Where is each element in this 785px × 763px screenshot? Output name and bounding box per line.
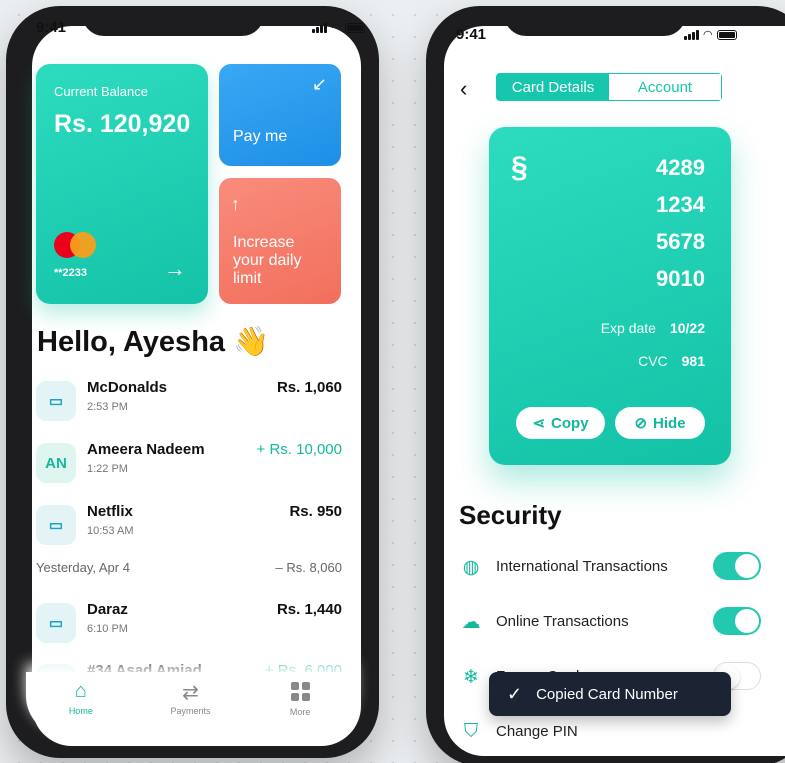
card-number-group: 4289 xyxy=(656,155,705,180)
contact-initials: AN xyxy=(36,443,76,483)
transaction-amount: + Rs. 10,000 xyxy=(256,441,342,458)
transfer-icon: ⇄ xyxy=(182,682,199,704)
snowflake-icon: ❄ xyxy=(463,667,479,688)
tab-payments[interactable]: ⇄ Payments xyxy=(145,672,235,736)
status-time: 9:41 xyxy=(456,26,487,43)
grid-icon xyxy=(290,682,310,701)
copy-button[interactable]: ⋖ Copy xyxy=(516,407,605,439)
tab-label: Payments xyxy=(170,706,211,716)
segmented-control: Card Details Account xyxy=(496,73,722,101)
battery-icon xyxy=(345,22,365,33)
transaction-row[interactable]: AN Ameera Nadeem 1:22 PM + Rs. 10,000 xyxy=(36,441,342,485)
balance-label: Current Balance xyxy=(54,84,148,99)
increase-limit-label: Increase your daily limit xyxy=(233,234,302,287)
transaction-amount: Rs. 950 xyxy=(289,503,342,520)
security-title: Security xyxy=(459,500,562,530)
security-item-change-pin[interactable]: ⛉ Change PIN xyxy=(459,717,761,747)
toast-notification: ✓ Copied Card Number xyxy=(489,672,731,716)
transaction-name: McDonalds xyxy=(87,379,168,396)
expiry-label: Exp date xyxy=(600,320,656,336)
transaction-amount: Rs. 1,060 xyxy=(276,379,342,396)
security-item-label: Online Transactions xyxy=(496,613,629,630)
greeting: Hello, Ayesha 👋 xyxy=(37,326,270,358)
hide-label: Hide xyxy=(653,414,686,432)
card-icon: ▭ xyxy=(36,603,76,643)
tab-home[interactable]: ⌂ Home xyxy=(36,672,126,736)
status-time: 9:41 xyxy=(36,19,67,36)
pay-me-card[interactable]: ↙ Pay me xyxy=(219,64,341,166)
shield-icon: ⛉ xyxy=(463,721,479,742)
share-icon: ⋖ xyxy=(532,415,546,432)
cvc-value: 981 xyxy=(681,353,705,369)
globe-icon: ◍ xyxy=(462,557,480,578)
signal-icon xyxy=(312,22,328,33)
expiry-value: 10/22 xyxy=(669,320,705,336)
security-item-label: Change PIN xyxy=(496,723,578,740)
status-icons: ◠ xyxy=(684,28,737,41)
status-icons: ◠ xyxy=(312,21,365,34)
notch xyxy=(504,6,686,36)
international-toggle[interactable] xyxy=(713,552,761,580)
day-label: Yesterday, Apr 4 xyxy=(36,560,130,575)
copy-label: Copy xyxy=(551,414,589,432)
brand-logo: § xyxy=(511,151,528,184)
expiry-row: Exp date 10/22 xyxy=(601,320,705,336)
transaction-time: 6:10 PM xyxy=(87,623,128,635)
balance-card[interactable]: Current Balance Rs. 120,920 **2233 → xyxy=(36,64,208,304)
security-item-online[interactable]: ☁ Online Transactions xyxy=(459,607,761,637)
cvc-label: CVC xyxy=(638,353,668,369)
online-toggle[interactable] xyxy=(713,607,761,635)
transaction-time: 10:53 AM xyxy=(87,525,134,537)
increase-limit-card[interactable]: ↑ Increase your daily limit xyxy=(219,178,341,304)
arrow-right-icon[interactable]: → xyxy=(164,256,186,282)
transaction-name: Netflix xyxy=(87,503,133,520)
transaction-row[interactable]: ▭ McDonalds 2:53 PM Rs. 1,060 xyxy=(36,379,342,423)
cvc-row: CVC 981 xyxy=(638,353,705,369)
signal-icon xyxy=(684,29,699,40)
cloud-icon: ☁ xyxy=(461,612,481,633)
battery-icon xyxy=(716,29,737,40)
card-number-group: 5678 xyxy=(656,229,705,254)
card-icon: ▭ xyxy=(36,505,76,545)
tab-label: Home xyxy=(68,706,93,716)
wifi-icon: ◠ xyxy=(703,29,713,41)
eye-off-icon: ⊘ xyxy=(634,415,648,432)
transaction-time: 1:22 PM xyxy=(87,463,128,475)
hide-button[interactable]: ⊘ Hide xyxy=(615,407,705,439)
mastercard-logo xyxy=(54,232,98,258)
wifi-icon: ◠ xyxy=(331,22,341,34)
tab-account[interactable]: Account xyxy=(609,74,721,100)
card-number-group: 1234 xyxy=(656,192,705,217)
transaction-row[interactable]: ▭ Netflix 10:53 AM Rs. 950 xyxy=(36,503,342,547)
day-total: – Rs. 8,060 xyxy=(275,560,343,575)
security-item-international[interactable]: ◍ International Transactions xyxy=(459,552,761,582)
toast-message: Copied Card Number xyxy=(536,685,678,703)
virtual-card: § 4289 1234 5678 9010 Exp date 10/22 CVC… xyxy=(489,127,731,465)
home-icon: ⌂ xyxy=(74,680,87,702)
tab-label: More xyxy=(289,707,311,717)
transaction-name: Daraz xyxy=(87,601,128,618)
card-number-group: 9010 xyxy=(656,266,705,291)
day-group-header: Yesterday, Apr 4 – Rs. 8,060 xyxy=(36,560,342,575)
card-suffix: **2233 xyxy=(54,267,88,279)
back-arrow-icon[interactable]: ‹ xyxy=(460,76,467,102)
pay-me-label: Pay me xyxy=(233,128,288,145)
balance-amount: Rs. 120,920 xyxy=(54,110,191,138)
transaction-amount: Rs. 1,440 xyxy=(276,601,342,618)
notch xyxy=(82,6,264,36)
card-icon: ▭ xyxy=(36,381,76,421)
transaction-time: 2:53 PM xyxy=(87,401,128,413)
arrow-up-icon: ↑ xyxy=(231,194,240,214)
tab-card-details[interactable]: Card Details xyxy=(497,74,609,100)
transaction-row[interactable]: ▭ Daraz 6:10 PM Rs. 1,440 xyxy=(36,601,342,645)
arrow-down-left-icon: ↙ xyxy=(311,74,327,94)
tab-more[interactable]: More xyxy=(255,672,345,736)
transaction-name: Ameera Nadeem xyxy=(87,441,205,458)
security-item-label: International Transactions xyxy=(496,558,668,575)
check-icon: ✓ xyxy=(507,683,523,704)
tab-bar: ⌂ Home ⇄ Payments More xyxy=(26,672,355,736)
